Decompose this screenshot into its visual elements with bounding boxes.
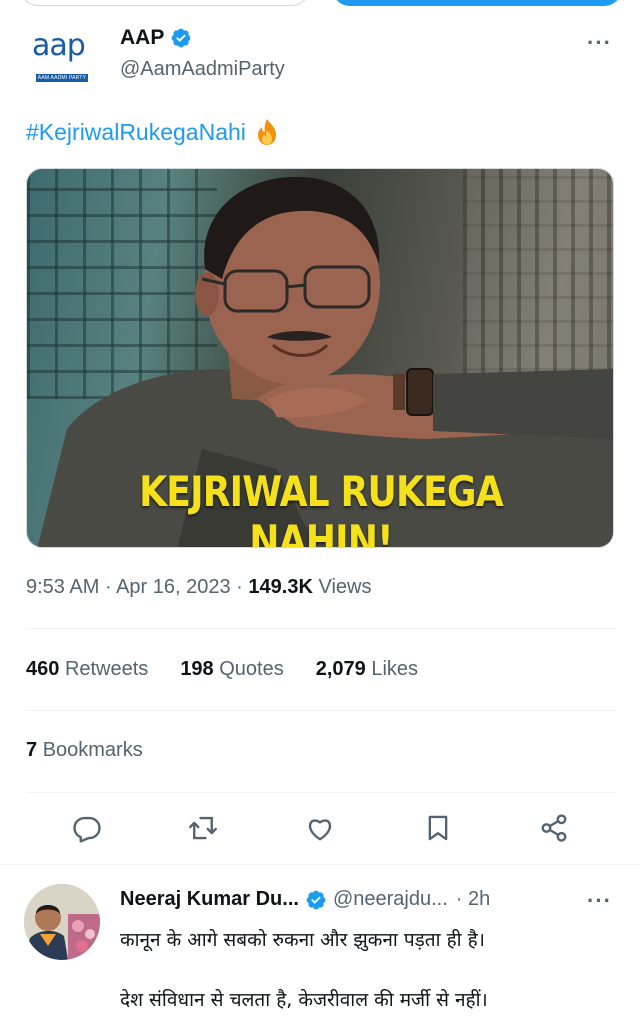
quotes-count: 198 bbox=[180, 658, 214, 680]
reply-avatar[interactable] bbox=[24, 884, 100, 960]
meta-dot: · bbox=[104, 576, 112, 598]
verified-badge-icon bbox=[306, 890, 326, 909]
aap-logo-band: AAM AADMI PARTY bbox=[36, 74, 88, 82]
meta-dot: · bbox=[236, 576, 243, 598]
retweet-icon[interactable] bbox=[185, 810, 221, 846]
reply-more-options-icon[interactable]: ··· bbox=[587, 888, 612, 914]
top-bar bbox=[0, 0, 640, 10]
bookmarks-label: Bookmarks bbox=[42, 739, 143, 761]
tweet-meta: 9:53 AM · Apr 16, 2023 · 149.3K Views bbox=[26, 576, 371, 599]
avatar[interactable]: aap AAM AADMI PARTY bbox=[24, 28, 104, 92]
tweet-time[interactable]: 9:53 AM bbox=[26, 576, 99, 598]
retweets-count: 460 bbox=[26, 658, 60, 680]
fire-emoji-icon bbox=[257, 119, 276, 145]
views-label: Views bbox=[318, 576, 372, 598]
media-caption: KEJRIWAL RUKEGA NAHIN! bbox=[139, 467, 503, 548]
reply-handle[interactable]: @neerajdu... bbox=[333, 888, 448, 911]
hashtag-link[interactable]: #KejriwalRukegaNahi bbox=[26, 119, 246, 146]
views-count: 149.3K bbox=[248, 576, 313, 598]
divider bbox=[26, 792, 616, 793]
likes-stat[interactable]: 2,079 Likes bbox=[316, 658, 418, 681]
tweet-text: #KejriwalRukegaNahi bbox=[26, 118, 280, 146]
retweets-stat[interactable]: 460 Retweets bbox=[26, 658, 148, 681]
quotes-stat[interactable]: 198 Quotes bbox=[180, 658, 283, 681]
reply-text-line-2: देश संविधान से चलता है, केजरीवाल की मर्ज… bbox=[120, 989, 488, 1011]
aap-logo-text: aap bbox=[32, 28, 86, 63]
action-bar bbox=[0, 810, 640, 850]
more-options-icon[interactable]: ··· bbox=[587, 30, 612, 56]
reply-tweet[interactable]: Neeraj Kumar Du... @neerajdu... · 2h ···… bbox=[0, 880, 640, 1030]
retweets-label: Retweets bbox=[64, 658, 149, 680]
tweet-date[interactable]: Apr 16, 2023 bbox=[116, 576, 231, 598]
subscribe-button-partial[interactable] bbox=[332, 0, 622, 6]
tweet-header: aap AAM AADMI PARTY AAP @AamAadmiParty ·… bbox=[24, 22, 616, 92]
bookmarks-stat[interactable]: 7 Bookmarks bbox=[26, 739, 143, 762]
tweet-media-image[interactable]: KEJRIWAL RUKEGA NAHIN! bbox=[26, 168, 614, 548]
reply-text-line-1: कानून के आगे सबको रुकना और झुकना पड़ता ह… bbox=[120, 929, 485, 951]
name-row: AAP bbox=[120, 26, 192, 50]
engagement-stats: 460 Retweets 198 Quotes 2,079 Likes bbox=[26, 658, 450, 681]
follow-button-partial[interactable] bbox=[20, 0, 310, 6]
verified-badge-icon bbox=[171, 28, 191, 48]
share-icon[interactable] bbox=[536, 810, 572, 846]
reply-time[interactable]: · 2h bbox=[456, 888, 490, 911]
likes-count: 2,079 bbox=[315, 658, 366, 680]
likes-label: Likes bbox=[371, 658, 419, 680]
divider bbox=[26, 628, 616, 629]
like-icon[interactable] bbox=[302, 810, 338, 846]
bookmark-icon[interactable] bbox=[420, 810, 456, 846]
display-name[interactable]: AAP bbox=[120, 26, 164, 50]
reply-icon[interactable] bbox=[69, 810, 105, 846]
reply-display-name[interactable]: Neeraj Kumar Du... bbox=[120, 888, 299, 911]
section-separator bbox=[0, 864, 640, 865]
reply-header: Neeraj Kumar Du... @neerajdu... · 2h bbox=[120, 888, 490, 911]
divider bbox=[26, 710, 616, 711]
handle[interactable]: @AamAadmiParty bbox=[120, 58, 285, 81]
quotes-label: Quotes bbox=[219, 658, 284, 680]
bookmarks-count: 7 bbox=[26, 739, 38, 761]
